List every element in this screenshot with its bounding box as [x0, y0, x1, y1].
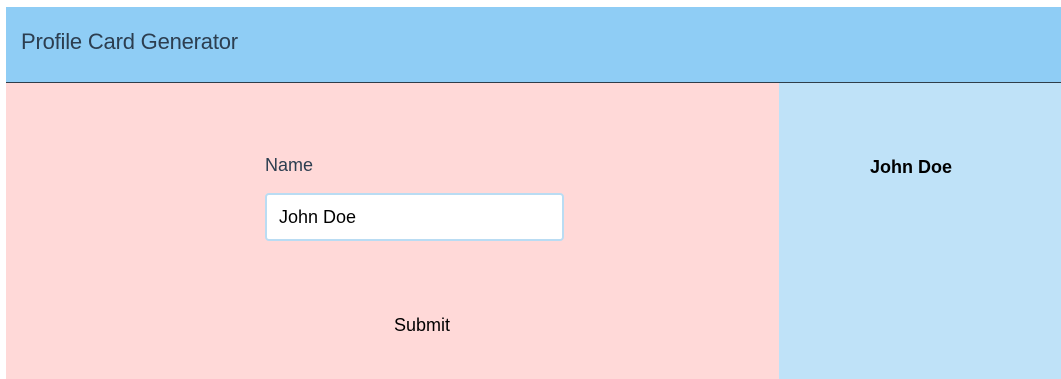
- profile-form-panel: Name Submit: [6, 83, 779, 379]
- name-input[interactable]: [265, 193, 564, 241]
- app-header: Profile Card Generator: [6, 7, 1061, 83]
- name-label: Name: [265, 155, 314, 175]
- profile-card-preview: John Doe: [779, 83, 1061, 379]
- page-title: Profile Card Generator: [21, 29, 238, 54]
- submit-button[interactable]: Submit: [342, 307, 502, 343]
- app-frame: Profile Card Generator Name Submit John …: [6, 7, 1061, 379]
- card-name: John Doe: [869, 157, 952, 177]
